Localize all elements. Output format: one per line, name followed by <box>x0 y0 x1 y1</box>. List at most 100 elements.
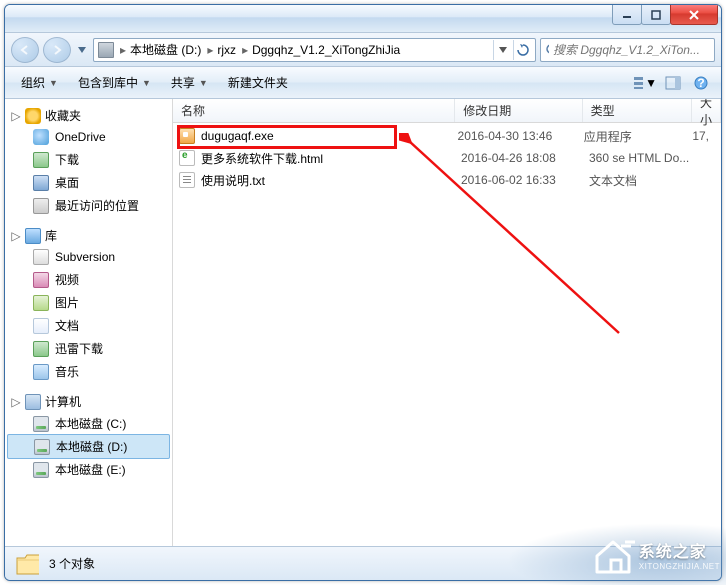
search-box[interactable] <box>540 38 715 62</box>
crumb-label: rjxz <box>217 43 236 57</box>
maximize-button[interactable] <box>641 5 671 25</box>
breadcrumb-segment[interactable]: ▸ 本地磁盘 (D:) <box>118 41 201 58</box>
file-row[interactable]: dugugaqf.exe2016-04-30 13:46应用程序17, <box>173 125 721 147</box>
sidebar-item[interactable]: 本地磁盘 (E:) <box>5 458 172 481</box>
item-label: 本地磁盘 (C:) <box>55 415 126 432</box>
breadcrumb-segment[interactable]: ▸ Dggqhz_V1.2_XiTongZhiJia <box>240 43 400 57</box>
crumb-label: Dggqhz_V1.2_XiTongZhiJia <box>252 43 400 57</box>
chevron-down-icon: ▼ <box>49 78 58 88</box>
svg-text:?: ? <box>697 76 704 90</box>
nav-pane: ▷ 收藏夹 OneDrive 下载桌面最近访问的位置 ▷ 库 Subversion… <box>5 99 173 546</box>
body: ▷ 收藏夹 OneDrive 下载桌面最近访问的位置 ▷ 库 Subversion… <box>5 99 721 546</box>
sidebar-item[interactable]: 本地磁盘 (D:) <box>7 434 170 459</box>
folder-icon <box>15 552 39 576</box>
file-icon <box>179 172 195 188</box>
include-label: 包含到库中 <box>78 74 138 91</box>
libraries-label: 库 <box>45 227 57 244</box>
item-icon <box>33 129 49 145</box>
nav-row: ▸ 本地磁盘 (D:) ▸ rjxz ▸ Dggqhz_V1.2_XiTongZ… <box>5 33 721 67</box>
close-button[interactable] <box>670 5 718 25</box>
new-folder-button[interactable]: 新建文件夹 <box>220 70 296 95</box>
item-icon <box>33 416 49 432</box>
sidebar-item[interactable]: 图片 <box>5 291 172 314</box>
column-headers: 名称 修改日期 类型 大小 <box>173 99 721 123</box>
refresh-button[interactable] <box>513 40 531 60</box>
libraries-header[interactable]: ▷ 库 <box>5 225 172 246</box>
item-label: 视频 <box>55 271 79 288</box>
item-label: 本地磁盘 (E:) <box>55 461 126 478</box>
col-type[interactable]: 类型 <box>583 99 692 122</box>
file-type: 360 se HTML Do... <box>589 151 699 165</box>
item-label: 文档 <box>55 317 79 334</box>
sidebar-item[interactable]: 最近访问的位置 <box>5 194 172 217</box>
sidebar-item[interactable]: 视频 <box>5 268 172 291</box>
library-icon <box>25 228 41 244</box>
back-button[interactable] <box>11 37 39 63</box>
chevron-down-icon: ▼ <box>142 78 151 88</box>
collapse-icon: ▷ <box>11 111 21 121</box>
file-name: 更多系统软件下载.html <box>201 150 461 167</box>
star-icon <box>25 108 41 124</box>
sidebar-item[interactable]: 迅雷下载 <box>5 337 172 360</box>
item-icon <box>34 439 50 455</box>
file-row[interactable]: 更多系统软件下载.html2016-04-26 18:08360 se HTML… <box>173 147 721 169</box>
libraries-group: ▷ 库 Subversion 视频图片文档迅雷下载音乐 <box>5 225 172 383</box>
item-icon <box>33 272 49 288</box>
file-date: 2016-04-30 13:46 <box>458 129 584 143</box>
sidebar-item[interactable]: 文档 <box>5 314 172 337</box>
col-size[interactable]: 大小 <box>692 99 721 122</box>
sidebar-item[interactable]: 音乐 <box>5 360 172 383</box>
file-name: dugugaqf.exe <box>201 129 458 143</box>
file-date: 2016-04-26 18:08 <box>461 151 589 165</box>
col-name[interactable]: 名称 <box>173 99 455 122</box>
drive-icon <box>98 42 114 58</box>
favorites-label: 收藏夹 <box>45 107 81 124</box>
address-dropdown[interactable] <box>493 40 511 60</box>
share-menu[interactable]: 共享▼ <box>163 70 216 95</box>
chevron-down-icon: ▼ <box>645 76 657 90</box>
sidebar-item[interactable]: 桌面 <box>5 171 172 194</box>
address-bar[interactable]: ▸ 本地磁盘 (D:) ▸ rjxz ▸ Dggqhz_V1.2_XiTongZ… <box>93 38 536 62</box>
item-label: 最近访问的位置 <box>55 197 139 214</box>
item-icon <box>33 175 49 191</box>
computer-group: ▷ 计算机 本地磁盘 (C:) 本地磁盘 (D:) 本地磁盘 (E:) <box>5 391 172 481</box>
item-icon <box>33 249 49 265</box>
forward-button[interactable] <box>43 37 71 63</box>
status-bar: 3 个对象 <box>5 546 721 580</box>
item-label: 本地磁盘 (D:) <box>56 438 127 455</box>
crumb-sep: ▸ <box>118 43 128 57</box>
computer-icon <box>25 394 41 410</box>
item-icon <box>33 198 49 214</box>
organize-label: 组织 <box>21 74 45 91</box>
newfolder-label: 新建文件夹 <box>228 74 288 91</box>
file-type: 文本文档 <box>589 172 699 189</box>
sidebar-item[interactable]: 下载 <box>5 148 172 171</box>
organize-menu[interactable]: 组织 ▼ <box>13 70 66 95</box>
file-list-pane: 名称 修改日期 类型 大小 dugugaqf.exe2016-04-30 13:… <box>173 99 721 546</box>
collapse-icon: ▷ <box>11 397 21 407</box>
file-row[interactable]: 使用说明.txt2016-06-02 16:33文本文档 <box>173 169 721 191</box>
item-label: 迅雷下载 <box>55 340 103 357</box>
help-button[interactable]: ? <box>689 71 713 95</box>
item-icon <box>33 341 49 357</box>
titlebar <box>5 5 721 33</box>
history-dropdown[interactable] <box>75 41 89 59</box>
file-name: 使用说明.txt <box>201 172 461 189</box>
search-input[interactable] <box>553 43 710 57</box>
minimize-button[interactable] <box>612 5 642 25</box>
favorites-header[interactable]: ▷ 收藏夹 <box>5 105 172 126</box>
include-in-library-menu[interactable]: 包含到库中 ▼ <box>70 70 159 95</box>
breadcrumb-segment[interactable]: ▸ rjxz <box>205 43 236 57</box>
item-icon <box>33 295 49 311</box>
item-label: 下载 <box>55 151 79 168</box>
item-icon <box>33 318 49 334</box>
status-count: 3 个对象 <box>49 555 95 572</box>
search-icon <box>545 43 549 57</box>
sidebar-item[interactable]: OneDrive <box>5 126 172 148</box>
preview-pane-button[interactable] <box>661 71 685 95</box>
view-options-button[interactable]: ▼ <box>633 71 657 95</box>
col-date[interactable]: 修改日期 <box>455 99 582 122</box>
sidebar-item[interactable]: 本地磁盘 (C:) <box>5 412 172 435</box>
computer-header[interactable]: ▷ 计算机 <box>5 391 172 412</box>
sidebar-item[interactable]: Subversion <box>5 246 172 268</box>
